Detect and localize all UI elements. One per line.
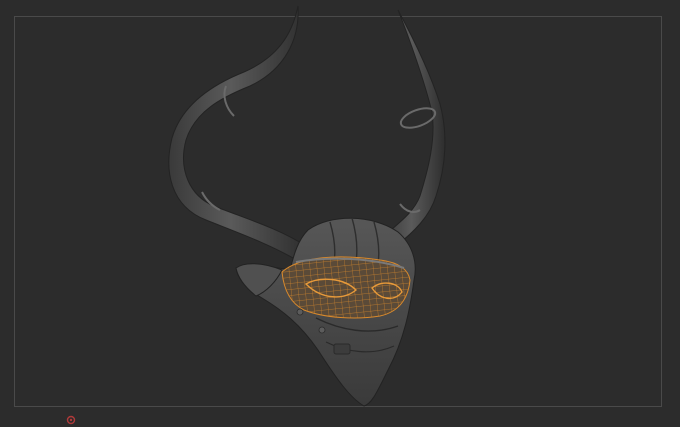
right-horn <box>383 9 446 247</box>
3d-viewport[interactable] <box>0 0 680 427</box>
axis-gizmo-icon[interactable] <box>66 415 76 425</box>
left-horn <box>168 5 307 263</box>
wireframe-eye-band <box>281 256 411 319</box>
model-render[interactable] <box>0 0 680 427</box>
